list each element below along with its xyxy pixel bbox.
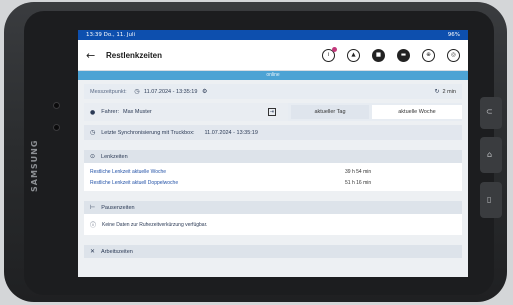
tab-current-week[interactable]: aktuelle Woche <box>372 105 462 119</box>
driving-week-value: 39 h 54 min <box>345 168 372 175</box>
driving-week-label: Restliche Lenkzeit aktuelle Woche <box>90 168 167 175</box>
driving-double-week-label: Restliche Lenkzeit aktuell Doppelwoche <box>90 179 179 186</box>
driving-double-week-value: 51 h 16 min <box>345 179 372 186</box>
driver-label: Fahrer: <box>101 109 119 115</box>
globe-icon[interactable]: ⊕ <box>422 48 435 62</box>
system-status-bar: 13:39 Do., 11. Juli 96% <box>78 30 468 40</box>
function-icon: ▯ <box>487 195 492 204</box>
driver-row: ● Fahrer: Max Muster ⇥ aktueller Tag akt… <box>84 103 462 121</box>
steering-wheel-icon: ⊙ <box>90 153 96 160</box>
sync-row: ◷ Letzte Synchronisierung mit Truckbox: … <box>84 125 462 140</box>
camera-icon <box>53 124 60 131</box>
driver-name: Max Muster <box>122 109 152 115</box>
time-settings-icon: ⚙ <box>201 88 208 95</box>
tab-current-day[interactable]: aktueller Tag <box>291 105 369 119</box>
power-icon: ⌂ <box>487 150 493 159</box>
driver-card-icon[interactable]: i <box>322 46 337 62</box>
page-title: Restlenkzeiten <box>106 50 163 60</box>
connection-status: online <box>78 71 468 80</box>
measurement-label: Messzeitpunkt: <box>90 89 127 95</box>
driving-section-header: ⊙ Lenkzeiten <box>84 150 462 163</box>
tablet-screen: 13:39 Do., 11. Juli 96% ← Restlenkzeiten… <box>78 30 468 277</box>
bed-icon: ⊢ <box>90 204 96 211</box>
tachograph-icon[interactable]: ◎ <box>447 48 460 62</box>
refresh-interval: 2 min <box>442 88 456 95</box>
logout-icon[interactable]: ⇥ <box>267 108 276 116</box>
brand-logo: SAMSUNG <box>30 139 39 192</box>
volume-icon: ⊂ <box>486 107 493 116</box>
list-item: Restliche Lenkzeit aktuell Doppelwoche 5… <box>90 177 456 188</box>
person-icon: ● <box>90 108 96 116</box>
sync-timestamp: 11.07.2024 - 13:35:19 <box>204 129 258 136</box>
breaks-section-title: Pausenzeiten <box>101 204 135 211</box>
sync-label: Letzte Synchronisierung mit Truckbox: <box>101 129 195 136</box>
sync-clock-icon: ◷ <box>90 129 96 136</box>
sensor-icon <box>53 102 60 109</box>
clock-icon: ◷ <box>134 88 140 95</box>
driving-section-title: Lenkzeiten <box>101 153 128 160</box>
refresh-icon[interactable]: ↻ <box>435 88 440 95</box>
warning-icon[interactable]: ▲ <box>347 48 360 62</box>
truck-icon[interactable]: ▬ <box>397 48 410 62</box>
breaks-note: Keine Daten zur Ruhezeitverkürzung verfü… <box>102 221 208 228</box>
status-time: 13:39 Do., 11. Juli <box>86 32 136 38</box>
measurement-timestamp: 11.07.2024 - 13:35:19 <box>144 89 198 95</box>
breaks-section-body: ⓘ Keine Daten zur Ruhezeitverkürzung ver… <box>84 214 462 235</box>
notification-badge <box>332 46 337 52</box>
refresh-control[interactable]: ↻ 2 min <box>435 88 456 95</box>
info-icon: ⓘ <box>90 222 97 229</box>
profile-icon[interactable]: ■ <box>372 48 385 62</box>
list-item: Restliche Lenkzeit aktuelle Woche 39 h 5… <box>90 166 456 177</box>
work-section-header: ✕ Arbeitszeiten <box>84 245 462 258</box>
status-battery: 96% <box>447 32 460 38</box>
app-bar: ← Restlenkzeiten i ▲ ■ ▬ ⊕ ◎ <box>78 40 468 71</box>
breaks-section-header: ⊢ Pausenzeiten <box>84 201 462 214</box>
tools-icon: ✕ <box>90 248 96 255</box>
work-section-title: Arbeitszeiten <box>101 248 133 255</box>
back-arrow-icon[interactable]: ← <box>86 49 106 62</box>
driving-section-body: Restliche Lenkzeit aktuelle Woche 39 h 5… <box>84 163 462 191</box>
measurement-row: Messzeitpunkt: ◷ 11.07.2024 - 13:35:19 ⚙… <box>84 84 462 99</box>
